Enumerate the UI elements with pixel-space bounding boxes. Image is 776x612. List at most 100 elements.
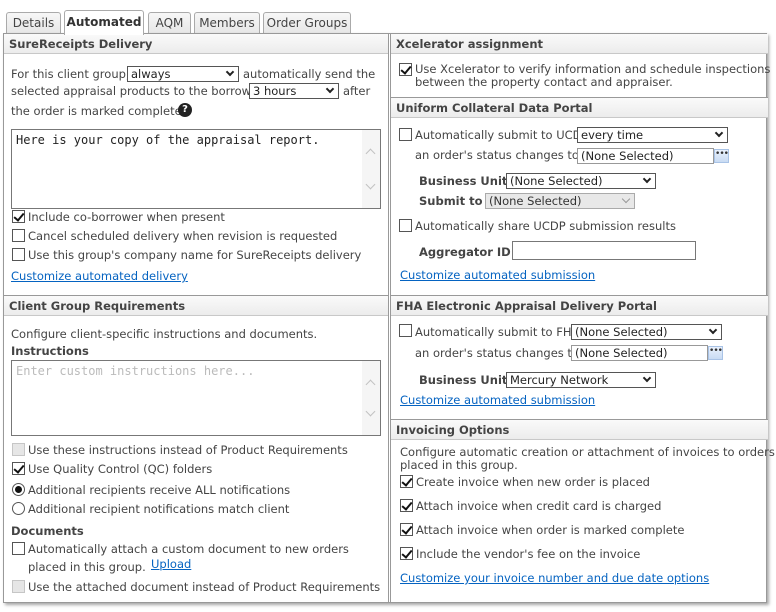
section-title: SureReceipts Delivery — [4, 34, 388, 54]
checkbox-label: Cancel scheduled delivery when revision … — [28, 229, 338, 243]
fha-customize-link[interactable]: Customize automated submission — [400, 393, 595, 407]
ucdp-status-picker[interactable]: (None Selected) — [577, 148, 714, 164]
fha-frequency-select[interactable]: (None Selected) — [571, 324, 722, 340]
fha-status-picker[interactable]: (None Selected) — [571, 345, 708, 361]
create-invoice-checkbox[interactable] — [400, 475, 413, 488]
tab-order-groups[interactable]: Order Groups — [263, 12, 351, 34]
cancel-scheduled-checkbox[interactable] — [12, 229, 25, 242]
scrollbar[interactable] — [362, 130, 380, 208]
radio-label: Additional recipient notifications match… — [28, 502, 290, 516]
checkbox-label: Use Quality Control (QC) folders — [28, 462, 213, 476]
intro-text: For this client group, — [11, 67, 130, 81]
chevron-down-icon — [225, 67, 235, 77]
checkbox-label: Attach invoice when credit card is charg… — [416, 499, 662, 513]
ucdp-submit-to-select[interactable]: (None Selected) — [485, 193, 635, 209]
scroll-down-icon[interactable] — [365, 179, 376, 190]
checkbox-label: Include co-borrower when present — [28, 210, 225, 224]
scroll-up-icon[interactable] — [365, 379, 376, 390]
chevron-down-icon — [621, 194, 631, 204]
upload-link[interactable]: Upload — [151, 557, 191, 571]
recipients-match-radio[interactable] — [12, 502, 25, 515]
checkbox-label: Automatically share UCDP submission resu… — [415, 219, 676, 233]
use-company-name-checkbox[interactable] — [12, 248, 25, 261]
intro-text: automatically send the — [243, 67, 376, 81]
status-label: an order's status changes to — [415, 346, 579, 360]
invoicing-section: Invoicing Options Configure automatic cr… — [391, 419, 775, 604]
ucdp-frequency-select[interactable]: every time — [577, 127, 728, 143]
checkbox-label: Attach invoice when order is marked comp… — [416, 523, 685, 537]
ucdp-auto-submit-checkbox[interactable] — [399, 128, 412, 141]
customize-invoice-link[interactable]: Customize your invoice number and due da… — [400, 571, 709, 585]
tab-aqm[interactable]: AQM — [148, 12, 191, 34]
customize-delivery-link[interactable]: Customize automated delivery — [11, 269, 188, 283]
business-unit-label: Business Unit — [419, 373, 508, 387]
checkbox-label: Automatically submit to FHA — [415, 325, 580, 339]
ucdp-share-results-checkbox[interactable] — [399, 219, 412, 232]
section-title: Xcelerator assignment — [391, 34, 768, 54]
chevron-down-icon — [325, 84, 335, 94]
instructions-label: Instructions — [11, 344, 89, 358]
aggregator-id-input[interactable] — [512, 241, 696, 260]
section-title: FHA Electronic Appraisal Delivery Portal — [391, 296, 768, 316]
submit-to-label: Submit to — [419, 194, 483, 208]
recipients-all-radio[interactable] — [12, 483, 25, 496]
tab-details[interactable]: Details — [6, 12, 61, 34]
delivery-delay-select[interactable]: 3 hours — [249, 83, 339, 99]
ellipsis-icon[interactable]: ••• — [708, 346, 723, 360]
delivery-frequency-select[interactable]: always — [127, 66, 239, 82]
checkbox-label: Use Xcelerator to verify information and… — [415, 62, 771, 76]
scroll-down-icon[interactable] — [365, 406, 376, 417]
intro-text: selected appraisal products to the borro… — [11, 84, 263, 98]
checkbox-label: Automatically attach a custom document t… — [28, 542, 349, 556]
intro-text: the order is marked complete. — [11, 104, 186, 118]
include-vendor-fee-checkbox[interactable] — [400, 547, 413, 560]
documents-label: Documents — [11, 524, 84, 538]
settings-panel: SureReceipts Delivery For this client gr… — [3, 33, 775, 604]
instructions-textarea[interactable]: Enter custom instructions here... — [11, 360, 381, 436]
checkbox-label: Use the attached document instead of Pro… — [28, 580, 381, 594]
use-attached-document-checkbox[interactable] — [12, 580, 25, 593]
delivery-message-textarea[interactable]: Here is your copy of the appraisal repor… — [11, 129, 381, 209]
section-title: Uniform Collateral Data Portal — [391, 98, 768, 118]
checkbox-label: Use this group's company name for SureRe… — [28, 248, 362, 262]
fha-section: FHA Electronic Appraisal Delivery Portal… — [391, 295, 768, 419]
checkbox-label: Include the vendor's fee on the invoice — [416, 547, 641, 561]
use-qc-folders-checkbox[interactable] — [12, 462, 25, 475]
attach-invoice-charged-checkbox[interactable] — [400, 499, 413, 512]
checkbox-label: between the property contact and apprais… — [415, 75, 673, 89]
intro-text: placed in this group. — [400, 458, 518, 472]
status-label: an order's status changes to — [415, 148, 579, 162]
surereceipts-section: SureReceipts Delivery For this client gr… — [4, 34, 388, 296]
attach-document-checkbox[interactable] — [12, 542, 25, 555]
intro-text: Configure client-specific instructions a… — [11, 327, 318, 341]
xcelerator-section: Xcelerator assignment Use Xcelerator to … — [391, 34, 771, 97]
section-title: Client Group Requirements — [4, 296, 388, 316]
checkbox-label: Use these instructions instead of Produc… — [28, 443, 348, 457]
attach-invoice-complete-checkbox[interactable] — [400, 523, 413, 536]
include-coborrower-checkbox[interactable] — [12, 210, 25, 223]
business-unit-label: Business Unit — [419, 174, 508, 188]
requirements-section: Client Group Requirements Configure clie… — [4, 295, 388, 604]
ellipsis-icon[interactable]: ••• — [714, 149, 729, 163]
fha-business-unit-select[interactable]: Mercury Network — [506, 372, 656, 388]
intro-text: Configure automatic creation or attachme… — [400, 445, 775, 459]
ucdp-customize-link[interactable]: Customize automated submission — [400, 268, 595, 282]
checkbox-label: placed in this group. — [28, 560, 146, 574]
ucdp-section: Uniform Collateral Data Portal Automatic… — [391, 97, 768, 295]
ucdp-business-unit-select[interactable]: (None Selected) — [506, 173, 656, 189]
aggregator-id-label: Aggregator ID — [419, 245, 511, 259]
fha-auto-submit-checkbox[interactable] — [399, 324, 412, 337]
use-instructions-checkbox[interactable] — [12, 443, 25, 456]
tab-automated[interactable]: Automated — [64, 10, 144, 35]
scrollbar[interactable] — [362, 361, 380, 435]
scroll-up-icon[interactable] — [365, 148, 376, 159]
checkbox-label: Create invoice when new order is placed — [416, 475, 650, 489]
tab-members[interactable]: Members — [194, 12, 260, 34]
help-icon[interactable]: ? — [178, 103, 192, 117]
chevron-down-icon — [714, 128, 724, 138]
radio-label: Additional recipients receive ALL notifi… — [28, 483, 291, 497]
chevron-down-icon — [642, 174, 652, 184]
intro-text: after — [343, 84, 371, 98]
use-xcelerator-checkbox[interactable] — [399, 63, 412, 76]
section-title: Invoicing Options — [391, 420, 768, 440]
